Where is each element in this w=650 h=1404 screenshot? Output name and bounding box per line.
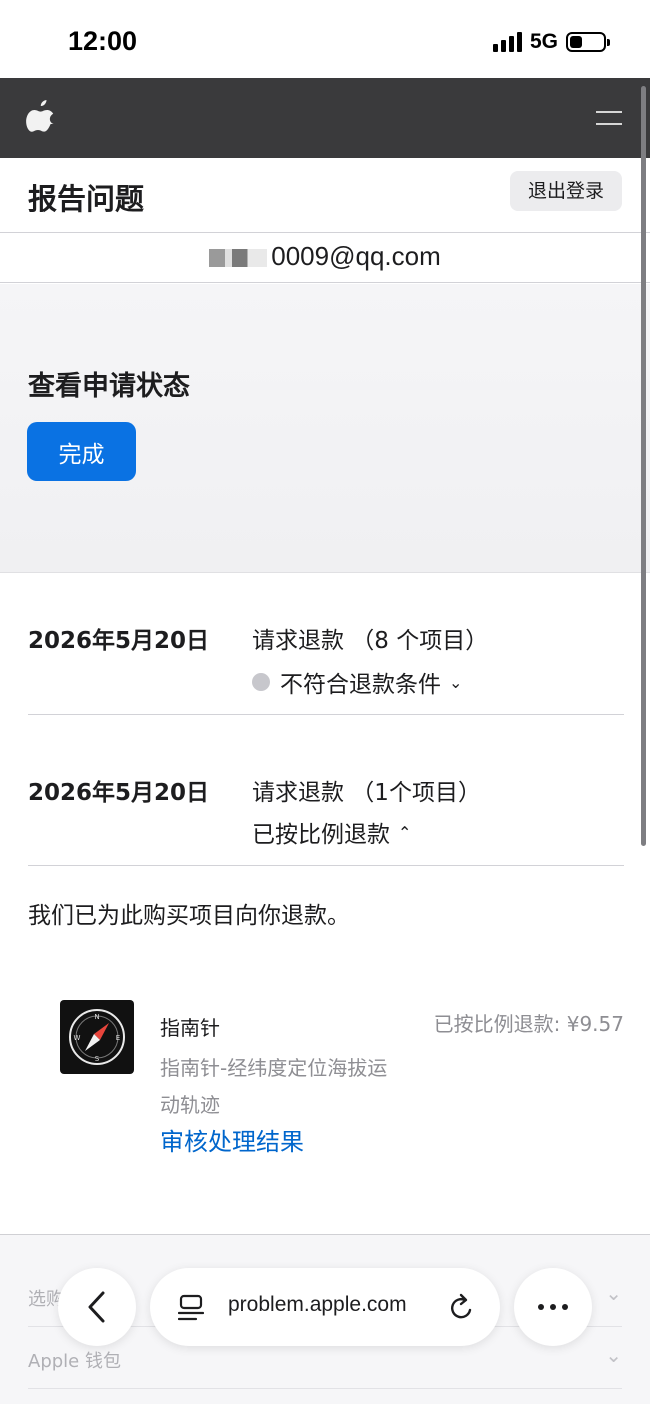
scroll-indicator[interactable] — [641, 86, 646, 846]
request-row: 2026年5月20日 请求退款 （1个项目） 已按比例退款 ⌃ — [28, 715, 624, 866]
review-result-link[interactable]: 审核处理结果 — [160, 1122, 304, 1157]
chevron-down-icon: ⌄ — [605, 1343, 622, 1367]
chevron-left-icon — [88, 1291, 105, 1323]
app-name: 指南针 — [160, 1016, 220, 1040]
menu-icon[interactable] — [596, 108, 622, 126]
refund-amount: 已按比例退款: ¥9.57 — [433, 1012, 624, 1036]
page-header: 报告问题 退出登录 — [0, 158, 650, 233]
reload-icon[interactable] — [448, 1292, 476, 1326]
request-status: 不符合退款条件 — [280, 672, 441, 698]
status-panel: 查看申请状态 完成 — [0, 284, 650, 573]
ghost-row-label: Apple 钱包 — [28, 1351, 121, 1372]
page-menu-icon[interactable] — [177, 1294, 205, 1326]
request-date: 2026年5月20日 — [28, 780, 210, 806]
redacted-block — [209, 249, 268, 268]
back-button[interactable] — [58, 1268, 136, 1346]
status-icons: 5G — [492, 30, 610, 54]
chevron-up-icon: ⌃ — [398, 822, 412, 842]
svg-text:W: W — [74, 1034, 81, 1042]
chevron-down-icon: ⌄ — [605, 1281, 622, 1305]
svg-text:E: E — [116, 1034, 120, 1042]
request-title: 请求退款 （8 个项目） — [252, 628, 489, 654]
account-row: 0009@qq.com — [0, 233, 650, 283]
status-time: 12:00 — [68, 26, 138, 56]
more-button[interactable] — [514, 1268, 592, 1346]
request-status-toggle[interactable]: 不符合退款条件 ⌄ — [252, 665, 462, 699]
address-text: problem.apple.com — [228, 1293, 407, 1316]
request-title: 请求退款 （1个项目） — [252, 780, 481, 806]
more-dots-icon — [538, 1304, 544, 1310]
refund-item: N E W S 指南针 指南针-经纬度定位海拔运动轨迹 已按比例退款: ¥9.5… — [58, 1000, 624, 1160]
apple-global-nav — [0, 78, 650, 158]
battery-icon — [566, 32, 610, 52]
panel-heading: 查看申请状态 — [28, 371, 190, 402]
account-email: 0009@qq.com — [0, 241, 650, 272]
request-status: 已按比例退款 — [252, 822, 390, 848]
refund-message: 我们已为此购买项目向你退款。 — [28, 903, 350, 929]
signal-icon — [492, 32, 522, 52]
done-button[interactable]: 完成 — [27, 422, 136, 481]
compass-app-icon: N E W S — [60, 1000, 134, 1074]
request-row: 2026年5月20日 请求退款 （8 个项目） 不符合退款条件 ⌄ — [28, 573, 624, 715]
request-status-toggle[interactable]: 已按比例退款 ⌃ — [252, 815, 411, 849]
signout-button[interactable]: 退出登录 — [509, 171, 622, 211]
app-subtitle: 指南针-经纬度定位海拔运动轨迹 — [160, 1056, 388, 1117]
network-label: 5G — [529, 30, 558, 53]
svg-text:S: S — [95, 1055, 100, 1063]
svg-text:N: N — [94, 1013, 99, 1021]
chevron-down-icon: ⌄ — [449, 672, 463, 692]
page-title: 报告问题 — [28, 182, 145, 216]
address-bar[interactable]: problem.apple.com — [150, 1268, 500, 1346]
request-date: 2026年5月20日 — [28, 628, 210, 654]
status-bar: 12:00 5G — [0, 0, 650, 78]
status-dot — [252, 673, 270, 691]
apple-logo-icon[interactable] — [26, 98, 56, 138]
